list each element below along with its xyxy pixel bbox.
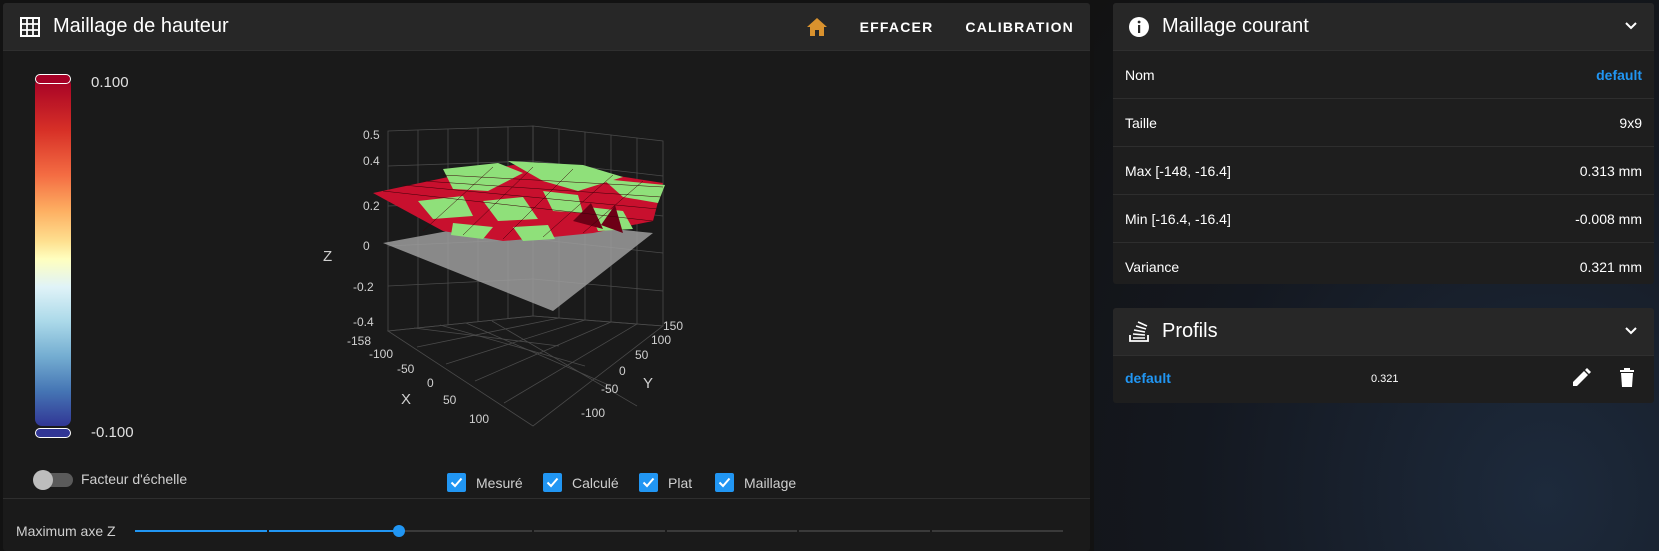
info-icon <box>1128 16 1150 38</box>
x-tick: 0 <box>427 376 434 390</box>
row-label: Variance <box>1125 258 1180 275</box>
mesh-name-link[interactable]: default <box>1596 67 1642 83</box>
y-tick: -50 <box>601 382 619 396</box>
zmax-slider-thumb[interactable] <box>393 525 405 537</box>
profiles-header[interactable]: Profils <box>1113 308 1654 356</box>
z-tick: 0.5 <box>363 128 380 142</box>
y-tick: -100 <box>581 406 605 420</box>
y-tick: 150 <box>663 319 683 333</box>
scale-factor-label: Facteur d'échelle <box>81 471 188 487</box>
heightmap-3d-plot[interactable]: 0.5 0.4 0.2 0 -0.2 -0.4 Z -158 -100 -50 … <box>323 121 883 461</box>
color-scale-min-handle <box>35 428 71 438</box>
row-label: Max [-148, -16.4] <box>1125 162 1231 179</box>
zmax-slider-tick <box>267 529 269 533</box>
x-tick: 100 <box>469 412 489 426</box>
checkbox-flat[interactable]: Plat <box>639 473 692 492</box>
calibration-button[interactable]: CALIBRATION <box>949 19 1090 35</box>
zmax-slider[interactable] <box>135 525 1063 537</box>
y-tick: 100 <box>651 333 671 347</box>
current-mesh-header[interactable]: Maillage courant <box>1113 3 1654 51</box>
zmax-label: Maximum axe Z <box>16 523 116 539</box>
checkbox-checked-icon <box>715 473 734 492</box>
z-tick: 0.2 <box>363 199 380 213</box>
grid-icon <box>19 16 41 38</box>
heightmap-header: Maillage de hauteur EFFACER CALIBRATION <box>3 3 1090 51</box>
row-label: Nom <box>1125 66 1155 83</box>
color-scale-bar <box>35 78 71 426</box>
legend-max-label: 0.100 <box>91 74 129 91</box>
y-tick: 50 <box>635 348 649 362</box>
checkbox-label: Plat <box>668 474 693 491</box>
zmax-slider-tick <box>665 529 667 533</box>
zmax-slider-tick <box>930 529 932 533</box>
trash-icon[interactable] <box>1619 368 1635 393</box>
checkbox-label: Maillage <box>744 474 797 491</box>
current-mesh-title: Maillage courant <box>1162 15 1309 37</box>
x-axis-label: X <box>401 391 411 408</box>
x-tick: 50 <box>443 393 457 407</box>
profiles-title: Profils <box>1162 320 1218 342</box>
checkbox-calculated[interactable]: Calculé <box>543 473 619 492</box>
toggle-thumb <box>33 470 53 490</box>
zmax-slider-tick <box>797 529 799 533</box>
row-value: -0.008 mm <box>1575 210 1642 227</box>
home-icon[interactable] <box>806 17 828 37</box>
pencil-icon[interactable] <box>1571 368 1591 393</box>
profile-variance: 0.321 <box>1371 373 1399 385</box>
mesh-row-variance: Variance 0.321 mm <box>1113 243 1654 284</box>
z-tick: -0.2 <box>353 280 374 294</box>
chevron-down-icon[interactable] <box>1624 323 1638 341</box>
checkbox-label: Calculé <box>572 474 619 491</box>
scale-factor-toggle[interactable] <box>33 470 73 490</box>
checkbox-measured[interactable]: Mesuré <box>447 473 523 492</box>
checkbox-checked-icon <box>639 473 658 492</box>
row-label: Min [-16.4, -16.4] <box>1125 210 1231 227</box>
checkbox-checked-icon <box>447 473 466 492</box>
color-scale-max-handle <box>35 74 71 84</box>
profile-name-link[interactable]: default <box>1125 370 1171 386</box>
checkbox-mesh[interactable]: Maillage <box>715 473 796 492</box>
chevron-down-icon[interactable] <box>1624 18 1638 36</box>
checkbox-checked-icon <box>543 473 562 492</box>
mesh-row-name: Nom default <box>1113 51 1654 99</box>
z-tick: -0.4 <box>353 315 374 329</box>
row-value: 0.313 mm <box>1579 162 1642 179</box>
current-mesh-card: Maillage courant Nom default Taille 9x9 Ma… <box>1113 3 1654 284</box>
x-tick: -100 <box>369 347 393 361</box>
mesh-row-max: Max [-148, -16.4] 0.313 mm <box>1113 147 1654 195</box>
zmax-slider-tick <box>532 529 534 533</box>
z-tick: 0 <box>363 239 370 253</box>
legend-min-label: -0.100 <box>91 424 134 441</box>
profiles-card: Profils default 0.321 <box>1113 308 1654 403</box>
x-tick: -50 <box>397 362 415 376</box>
z-tick: 0.4 <box>363 154 380 168</box>
mesh-row-min: Min [-16.4, -16.4] -0.008 mm <box>1113 195 1654 243</box>
row-value: 9x9 <box>1619 114 1642 131</box>
heightmap-title: Maillage de hauteur <box>53 15 229 37</box>
measured-mesh-surface <box>373 161 665 241</box>
stack-icon <box>1128 320 1150 343</box>
divider <box>3 498 1090 499</box>
y-tick: 0 <box>619 364 626 378</box>
mesh-row-size: Taille 9x9 <box>1113 99 1654 147</box>
clear-button[interactable]: EFFACER <box>844 19 950 35</box>
mesh-info-list: Nom default Taille 9x9 Max [-148, -16.4] 0.… <box>1113 51 1654 284</box>
row-label: Taille <box>1125 114 1157 131</box>
row-value: 0.321 mm <box>1579 258 1642 275</box>
z-axis-label: Z <box>323 248 332 265</box>
checkbox-label: Mesuré <box>476 474 523 491</box>
profile-row: default 0.321 <box>1113 356 1654 402</box>
heightmap-card: Maillage de hauteur EFFACER CALIBRATION … <box>3 3 1090 551</box>
x-tick: -158 <box>347 334 371 348</box>
y-axis-label: Y <box>643 375 653 392</box>
